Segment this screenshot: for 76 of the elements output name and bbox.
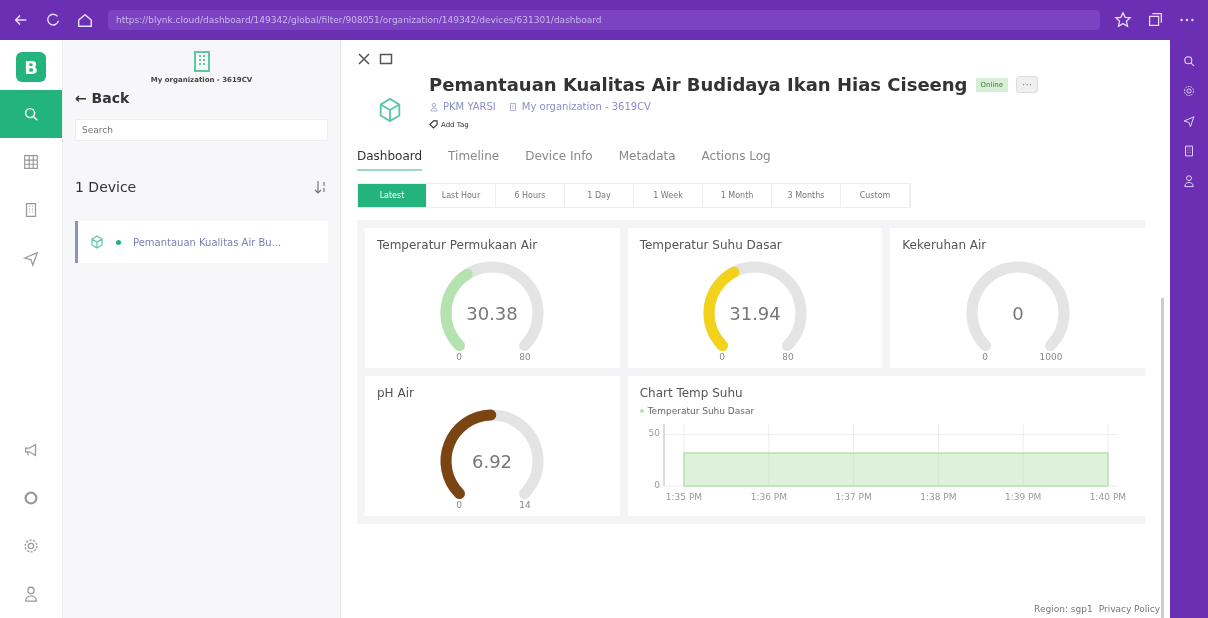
x-tick: 1:40 PM	[1089, 492, 1126, 502]
x-tick: 1:36 PM	[750, 492, 787, 502]
more-button[interactable]: ···	[1016, 76, 1039, 93]
organization-link[interactable]: My organization - 3619CV	[521, 101, 651, 112]
address-bar[interactable]: https://blynk.cloud/dashboard/149342/global/filter/908051/organization/149342/devices/631301/dashboard	[108, 10, 1100, 30]
legend-label: Temperatur Suhu Dasar	[647, 406, 755, 416]
tab[interactable]: Metadata	[618, 149, 676, 171]
y-tick: 0	[653, 480, 660, 490]
device-item[interactable]: Pemantauan Kualitas Air Bu...	[75, 221, 328, 263]
search-icon	[22, 105, 40, 123]
privacy-link[interactable]: Privacy Policy	[1098, 604, 1160, 614]
tab[interactable]: Actions Log	[701, 149, 771, 171]
x-tick: 1:38 PM	[919, 492, 957, 502]
tab[interactable]: Timeline	[448, 149, 500, 171]
ring-icon[interactable]	[22, 489, 40, 507]
device-count: 1 Device	[75, 179, 137, 195]
time-range-button[interactable]: Custom	[841, 184, 910, 207]
user-icon[interactable]	[1182, 174, 1196, 188]
time-range-button[interactable]: 3 Months	[772, 184, 841, 207]
region-label: Region: sgp1	[1034, 604, 1093, 614]
user-icon[interactable]	[22, 585, 40, 603]
gauge-max: 80	[782, 352, 794, 362]
widget-title: pH Air	[377, 386, 415, 400]
send-icon[interactable]	[1182, 114, 1196, 128]
gauge-max: 80	[519, 352, 532, 362]
sort-icon[interactable]	[314, 180, 328, 194]
back-link[interactable]: ← Back	[75, 90, 328, 106]
x-tick: 1:39 PM	[1004, 492, 1041, 502]
building-icon[interactable]	[1182, 144, 1196, 158]
refresh-icon[interactable]	[44, 11, 62, 29]
search-icon[interactable]	[1182, 54, 1196, 68]
time-range-button[interactable]: 1 Month	[703, 184, 772, 207]
gauge-max: 1000	[1039, 352, 1063, 362]
grid-icon	[22, 153, 40, 171]
tab[interactable]: Device Info	[525, 149, 593, 171]
building-icon	[192, 50, 211, 72]
tag-icon	[429, 120, 438, 129]
widget-title: Temperatur Suhu Dasar	[639, 238, 783, 252]
settings-icon[interactable]	[22, 537, 40, 555]
time-range-button[interactable]: Last Hour	[427, 184, 496, 207]
x-tick: 1:35 PM	[665, 492, 702, 502]
tab[interactable]: Dashboard	[357, 149, 423, 171]
y-axis	[663, 423, 665, 487]
time-range-button[interactable]: Latest	[358, 184, 427, 207]
expand-icon[interactable]	[379, 52, 393, 66]
home-icon[interactable]	[76, 11, 94, 29]
collections-icon[interactable]	[1146, 11, 1164, 29]
gauge-min: 0	[456, 500, 463, 510]
user-icon	[429, 101, 439, 112]
building-icon	[507, 101, 518, 112]
time-range-button[interactable]: 6 Hours	[496, 184, 565, 207]
gauge-value: 0	[1011, 303, 1024, 324]
widget-title: Kekeruhan Air	[902, 238, 988, 252]
cube-icon	[90, 235, 104, 249]
search-field[interactable]: Search	[75, 119, 328, 141]
gauge-max: 14	[519, 500, 532, 510]
widget-title: Temperatur Permukaan Air	[377, 238, 539, 252]
gauge-value: 30.38	[466, 303, 519, 324]
time-range-button[interactable]: 1 Week	[634, 184, 703, 207]
close-icon[interactable]	[357, 52, 371, 66]
gauge-min: 0	[719, 352, 725, 362]
gauge-min: 0	[981, 352, 988, 362]
gauge-value: 6.92	[472, 451, 513, 472]
app-logo[interactable]: B	[16, 52, 46, 82]
gear-icon[interactable]	[1182, 84, 1196, 98]
gauge-value: 31.94	[729, 303, 781, 324]
time-range-button[interactable]: 1 Day	[565, 184, 634, 207]
x-tick: 1:37 PM	[835, 492, 872, 502]
cube-icon	[377, 96, 403, 124]
device-title: Pemantauan Kualitas Air Budidaya Ikan Hias Ciseeng	[429, 74, 968, 95]
y-tick: 50	[648, 428, 660, 439]
paper-plane-icon	[22, 249, 40, 267]
gauge-min: 0	[456, 352, 463, 362]
owner-link[interactable]: PKM YARSI	[443, 101, 496, 112]
star-icon[interactable]	[1114, 11, 1132, 29]
widget-title: Chart Temp Suhu	[639, 386, 744, 400]
